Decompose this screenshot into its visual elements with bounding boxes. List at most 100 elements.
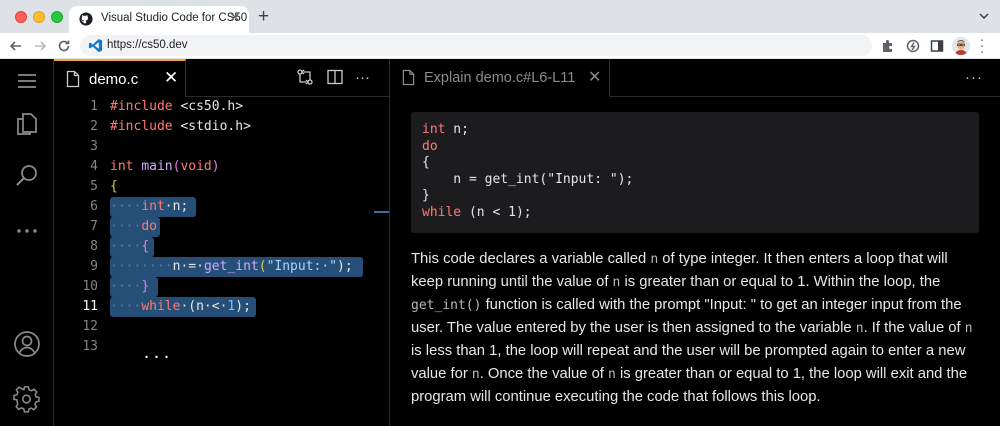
line-number: 6 — [90, 199, 98, 214]
text-run: is greater than or equal to 1. Within th… — [620, 274, 941, 290]
code-editor: demo.c ✕ ··· 1 2 3 4 5 6 7 8 9 10 11 12 … — [54, 59, 389, 426]
maximize-window-button[interactable] — [51, 11, 63, 23]
keyword-token: while — [141, 299, 181, 314]
code-token: { — [422, 155, 430, 170]
chevron-down-icon[interactable] — [978, 10, 990, 22]
inline-code: n — [964, 321, 973, 336]
code-token: ); — [515, 204, 532, 220]
type-token: int — [141, 199, 165, 214]
preprocessor-token: #include — [110, 119, 173, 134]
browser-toolbar: https://cs50.dev · · · — [0, 32, 1000, 59]
back-arrow-icon[interactable] — [8, 38, 24, 54]
activity-bar — [0, 59, 54, 426]
address-bar[interactable]: https://cs50.dev — [80, 35, 872, 56]
code-token: ); — [617, 171, 634, 187]
code-line: ····while·(n·<·1); — [110, 297, 251, 317]
tab-title: demo.c — [89, 71, 139, 88]
inline-code: n — [650, 252, 659, 267]
line-number: 5 — [90, 179, 98, 194]
code-token: ); — [235, 299, 251, 314]
line-number: 13 — [82, 339, 98, 354]
whitespace-dots: ···· — [110, 199, 142, 214]
tab-explain[interactable]: Explain demo.c#L6-L11 ✕ — [390, 59, 610, 97]
code-token: ·n; — [164, 199, 189, 214]
tab-bar-border — [610, 96, 1000, 97]
forward-arrow-icon[interactable] — [32, 38, 48, 54]
whitespace-dots: ···· — [110, 219, 142, 234]
search-icon[interactable] — [13, 162, 41, 190]
code-area[interactable]: 1 2 3 4 5 6 7 8 9 10 11 12 13 #include <… — [54, 97, 389, 426]
line-number: 4 — [90, 159, 98, 174]
whitespace-dots: ···· — [110, 279, 142, 294]
keyword-token: do — [422, 138, 438, 154]
editor-tab-bar: demo.c ✕ ··· — [54, 59, 389, 97]
line-number: 1 — [90, 99, 98, 114]
person-avatar-icon — [952, 37, 970, 55]
function-token: main — [141, 159, 173, 174]
line-number: 9 — [90, 259, 98, 274]
code-token: ·(n·<· — [180, 299, 228, 314]
code-line: ····} — [110, 277, 149, 297]
code-token: n; — [445, 122, 469, 137]
compare-changes-icon[interactable] — [296, 68, 314, 86]
explain-panel: Explain demo.c#L6-L11 ✕ ··· int n; do { … — [390, 59, 1000, 426]
folded-marker[interactable]: ... — [142, 343, 172, 363]
url-text: https://cs50.dev — [107, 39, 188, 51]
type-token: void — [180, 159, 212, 174]
line-number: 2 — [90, 119, 98, 134]
minimize-window-button[interactable] — [33, 11, 45, 23]
line-number: 12 — [82, 319, 98, 334]
vscode-logo-icon — [88, 38, 103, 53]
type-token: int — [422, 122, 446, 137]
brace-token: { — [110, 179, 118, 194]
line-number: 8 — [90, 239, 98, 254]
code-line: #include <stdio.h> — [110, 117, 251, 137]
code-token: (n < — [461, 204, 509, 220]
new-tab-button[interactable]: + — [258, 6, 269, 28]
tab-demo-c[interactable]: demo.c ✕ — [54, 59, 186, 97]
tab-title: Explain demo.c#L6-L11 — [424, 70, 576, 86]
close-tab-icon[interactable]: ✕ — [164, 68, 178, 88]
line-number: 3 — [90, 139, 98, 154]
text-run: . If the value of — [863, 320, 965, 336]
extension-icon[interactable] — [905, 38, 921, 54]
browser-tab[interactable]: Visual Studio Code for CS50 ✕ — [69, 6, 249, 33]
split-editor-icon[interactable] — [326, 68, 344, 86]
menu-icon[interactable] — [13, 67, 41, 95]
text-run: This code declares a variable called — [411, 251, 651, 267]
line-number-active: 11 — [82, 299, 98, 314]
paren-token: ) — [211, 159, 220, 174]
whitespace-dots: ···· — [110, 239, 142, 254]
account-icon[interactable] — [13, 330, 41, 358]
brace-token: } — [141, 279, 150, 294]
string-token: "Input: " — [547, 171, 618, 187]
brace-token: { — [141, 239, 150, 254]
include-header: <cs50.h> — [172, 99, 244, 114]
explanation-text: This code declares a variable called n o… — [411, 248, 977, 409]
function-token: get_int — [203, 259, 259, 274]
more-actions-icon[interactable]: ··· — [965, 69, 983, 86]
reload-icon[interactable] — [56, 38, 72, 54]
side-panel-icon[interactable] — [929, 38, 945, 54]
close-window-button[interactable] — [15, 11, 27, 23]
browser-menu-icon[interactable]: · · · — [978, 32, 986, 58]
close-tab-icon[interactable]: ✕ — [229, 9, 241, 26]
text-run: . Once the value of — [479, 366, 609, 382]
close-tab-icon[interactable]: ✕ — [588, 67, 601, 87]
function-token: get_int — [484, 171, 540, 187]
explorer-icon[interactable] — [13, 110, 41, 138]
extensions-puzzle-icon[interactable] — [880, 38, 896, 54]
code-line: int main(void) — [110, 157, 220, 177]
keyword-token: while — [422, 204, 462, 220]
code-line: ····int·n; — [110, 197, 188, 217]
settings-gear-icon[interactable] — [13, 385, 41, 413]
number-token: 1 — [508, 204, 516, 220]
whitespace-dots: ········ — [110, 259, 173, 274]
more-icon[interactable] — [13, 217, 41, 245]
more-actions-icon[interactable]: ··· — [355, 69, 370, 86]
inline-code: n — [608, 367, 616, 382]
profile-avatar[interactable] — [952, 37, 970, 55]
line-number: 7 — [90, 219, 98, 234]
code-token: n·=· — [172, 259, 204, 274]
include-header: <stdio.h> — [172, 119, 251, 134]
